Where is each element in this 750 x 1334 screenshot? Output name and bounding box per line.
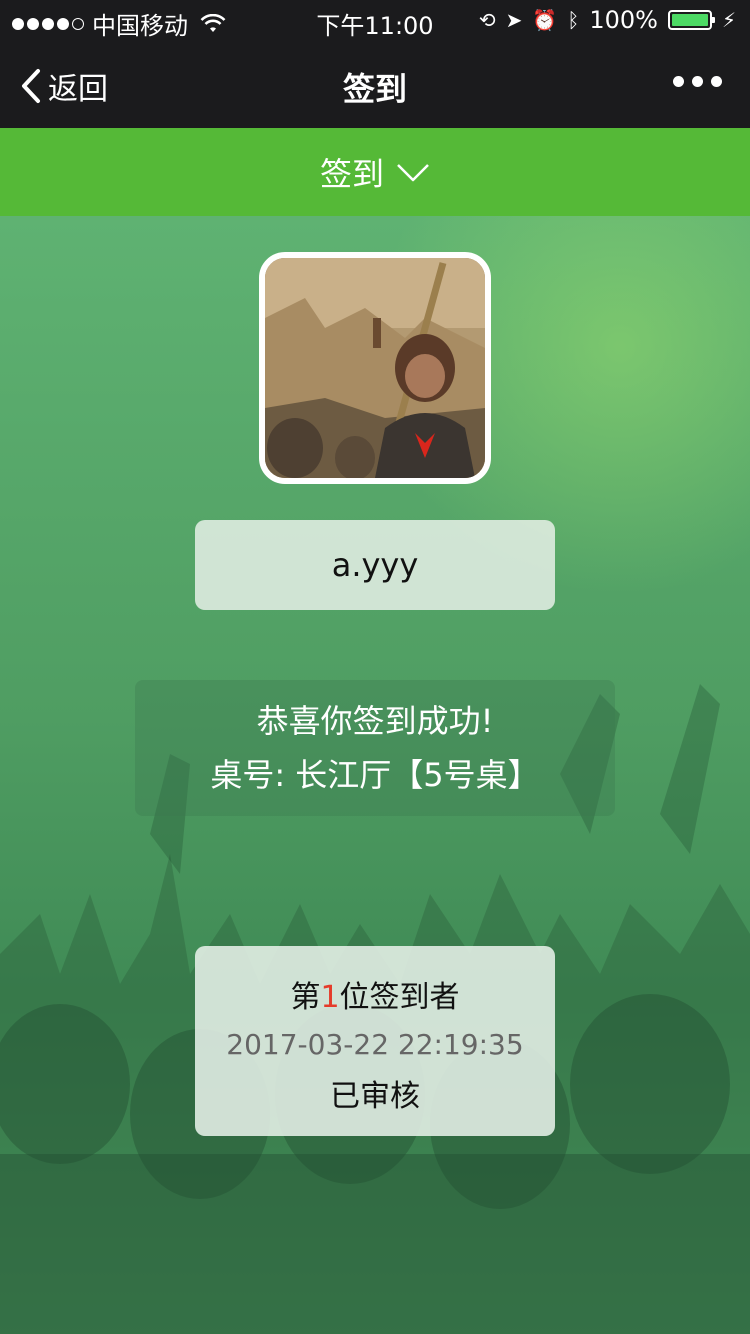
page-title: 签到 [342, 70, 407, 108]
alarm-icon: ⏰ [532, 8, 558, 32]
user-name: a.yyy [331, 546, 419, 584]
location-icon: ➤ [505, 8, 523, 32]
more-options-icon[interactable] [673, 76, 722, 87]
rank-suffix: 位签到者 [339, 980, 460, 1015]
battery-icon [667, 10, 715, 30]
bluetooth-icon: ᛒ [567, 8, 580, 32]
charging-icon: ⚡ [721, 8, 736, 32]
status-badge: 已审核 [330, 1079, 420, 1114]
checkin-rank-card: 第1位签到者 2017-03-22 22:19:35 已审核 [195, 946, 555, 1136]
success-box: 恭喜你签到成功! 桌号: 长江厅【5号桌】 [135, 680, 615, 816]
chevron-down-icon [397, 164, 429, 182]
rank-line: 第1位签到者 [195, 972, 555, 1016]
table-number: 桌号: 长江厅【5号桌】 [210, 756, 540, 794]
success-message: 恭喜你签到成功! [256, 702, 494, 740]
rank-prefix: 第 [290, 980, 321, 1015]
status-right: ⟲ ➤ ⏰ ᛒ 100% ⚡ [479, 6, 736, 34]
dropdown-label: 签到 [319, 155, 384, 193]
rank-number: 1 [320, 980, 340, 1015]
user-name-card: a.yyy [195, 520, 555, 610]
nav-bar: 返回 签到 [0, 40, 750, 128]
status-bar: 中国移动 下午11:00 ⟲ ➤ ⏰ ᛒ 100% ⚡ [0, 0, 750, 40]
checkin-dropdown[interactable]: 签到 [0, 128, 750, 216]
avatar-image [265, 258, 485, 478]
avatar [259, 252, 491, 484]
checkin-timestamp: 2017-03-22 22:19:35 [226, 1028, 524, 1061]
battery-percent: 100% [589, 6, 658, 34]
rotation-lock-icon: ⟲ [478, 8, 496, 32]
